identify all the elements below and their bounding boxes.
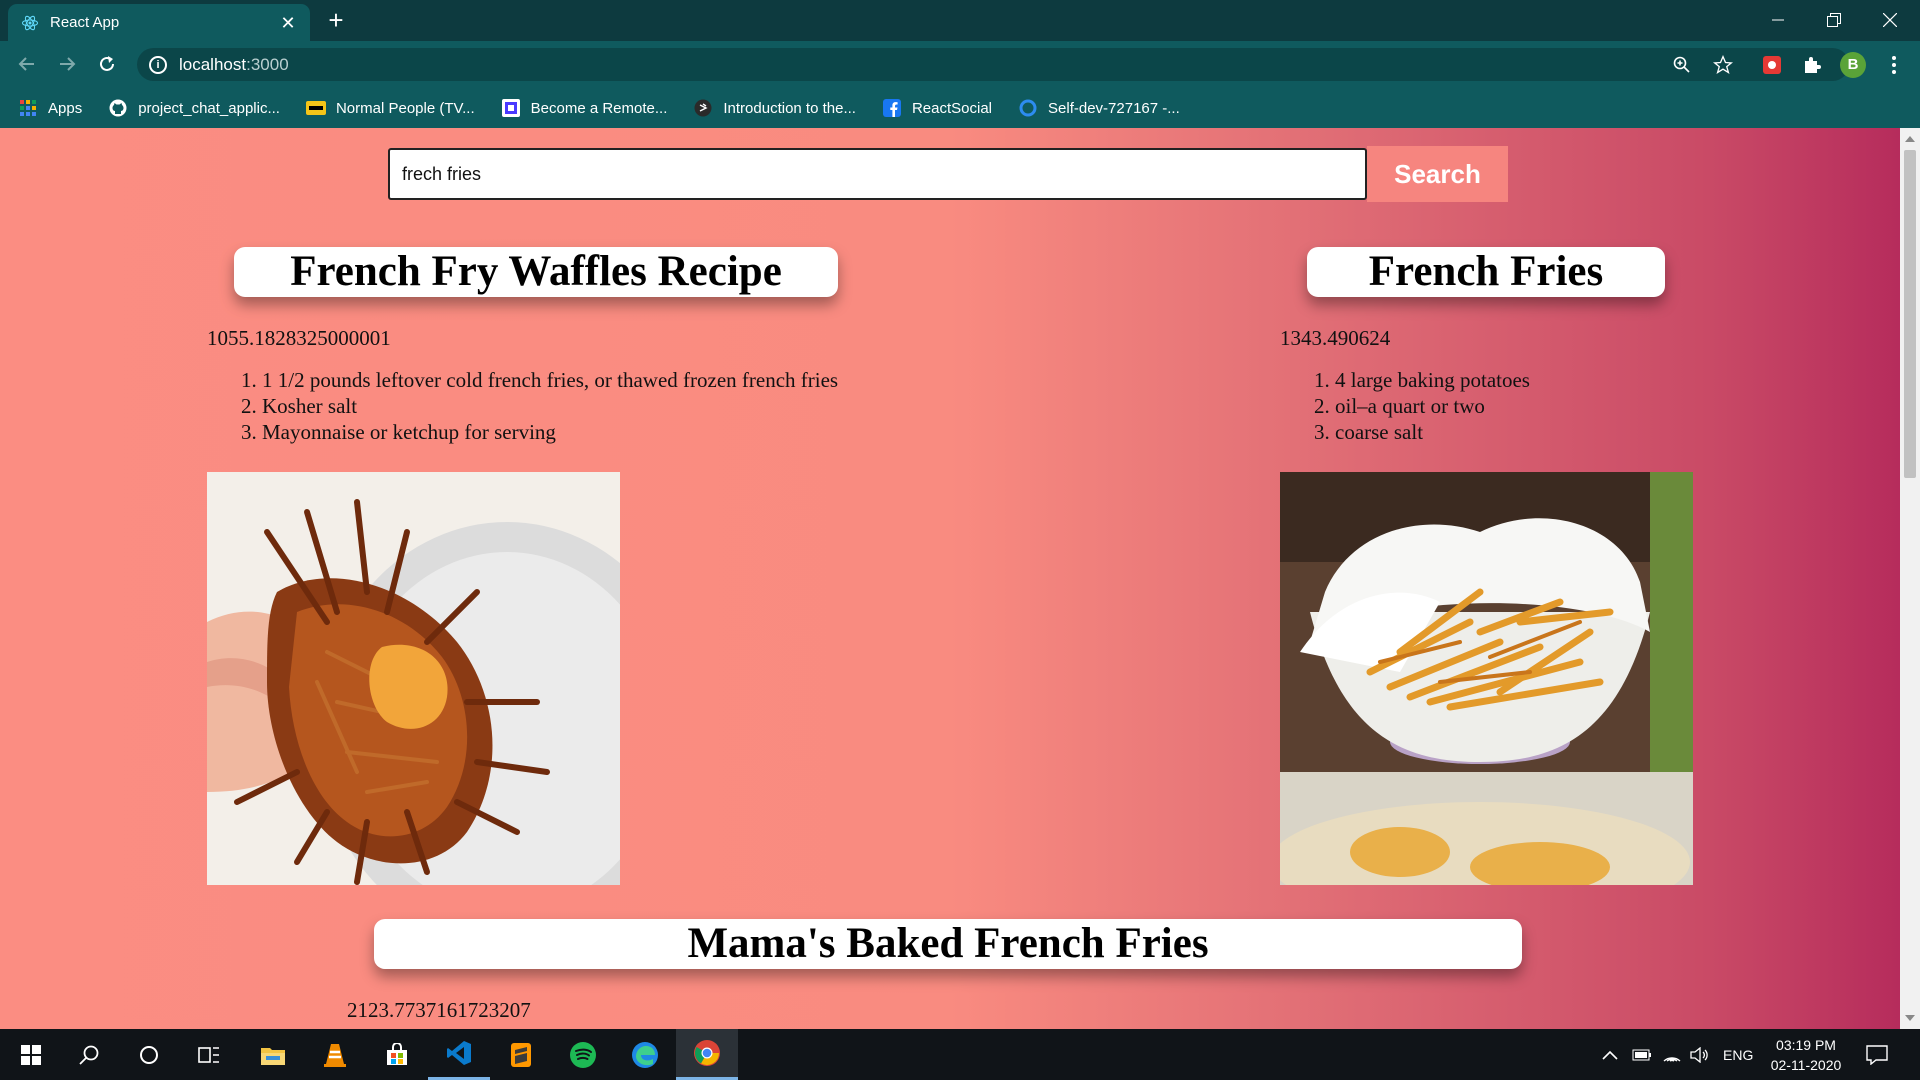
recipe-card: Mama's Baked French Fries 2123.773716172… <box>347 919 1547 1029</box>
ingredient-item: oil–a quart or two <box>1335 393 1530 419</box>
recipe-calories: 2123.7737161723207 <box>347 998 531 1022</box>
extension-red-icon[interactable] <box>1760 53 1784 77</box>
volume-icon[interactable] <box>1690 1029 1710 1080</box>
battery-icon[interactable] <box>1632 1029 1652 1080</box>
bookmark-star-icon[interactable] <box>1711 53 1735 77</box>
scroll-up-arrow-icon[interactable] <box>1905 136 1915 142</box>
reload-icon[interactable] <box>92 49 122 79</box>
edge-icon[interactable] <box>614 1029 676 1080</box>
recipe-title: Mama's Baked French Fries <box>374 919 1522 969</box>
address-bar[interactable]: i localhost:3000 <box>137 48 1849 81</box>
ingredient-list: 1 1/2 pounds leftover cold french fries,… <box>262 367 838 445</box>
clock-time: 03:19 PM <box>1776 1037 1836 1053</box>
zoom-icon[interactable] <box>1670 53 1694 77</box>
bookmark-normal-people[interactable]: Normal People (TV... <box>305 98 475 118</box>
show-hidden-icons-icon[interactable] <box>1602 1029 1618 1080</box>
browser-toolbar: i localhost:3000 B <box>0 41 1920 88</box>
bookmark-reactsocial[interactable]: ReactSocial <box>882 98 992 118</box>
imdb-icon <box>305 98 326 118</box>
tab-close-icon[interactable]: ✕ <box>278 13 298 33</box>
sublime-text-icon[interactable] <box>490 1029 552 1080</box>
tab-title: React App <box>50 14 120 31</box>
site-info-icon[interactable]: i <box>149 55 167 74</box>
url-host: localhost <box>179 54 247 74</box>
browser-tab-strip: React App ✕ + <box>0 0 1920 41</box>
recipe-calories: 1055.1828325000001 <box>207 326 391 350</box>
bookmark-label: ReactSocial <box>911 99 993 117</box>
ingredient-item: 1 1/2 pounds leftover cold french fries,… <box>262 367 838 393</box>
minimize-window-button[interactable] <box>1750 4 1806 36</box>
file-explorer-icon[interactable] <box>242 1029 304 1080</box>
bookmarks-bar: Apps project_chat_applic... Normal Peopl… <box>0 88 1920 128</box>
bookmark-label: Introduction to the... <box>723 99 856 117</box>
spotify-icon[interactable] <box>552 1029 614 1080</box>
course-icon <box>693 98 713 118</box>
facebook-icon <box>882 98 902 118</box>
bookmark-self-dev[interactable]: Self-dev-727167 -... <box>1018 98 1180 118</box>
chrome-icon[interactable] <box>676 1029 738 1080</box>
bookmark-label: Become a Remote... <box>530 99 668 117</box>
cortana-icon[interactable] <box>118 1029 180 1080</box>
recipe-card: French Fries 1343.490624 4 large baking … <box>1280 247 1880 887</box>
remote-icon <box>501 98 521 118</box>
url-port: :3000 <box>246 54 289 74</box>
ingredient-item: 4 large baking potatoes <box>1335 367 1530 393</box>
bookmark-label: Normal People (TV... <box>335 99 475 117</box>
bookmark-become-remote[interactable]: Become a Remote... <box>501 98 668 118</box>
close-window-button[interactable] <box>1862 4 1918 36</box>
recipe-calories: 1343.490624 <box>1280 326 1391 350</box>
vlc-icon[interactable] <box>304 1029 366 1080</box>
react-logo-icon <box>20 13 40 33</box>
circle-icon <box>1018 98 1038 118</box>
page-viewport: Search French Fry Waffles Recipe 1055.18… <box>0 128 1900 1029</box>
waffle-fries-photo <box>207 472 620 885</box>
recipe-title: French Fries <box>1307 247 1665 297</box>
bookmark-apps[interactable]: Apps <box>18 98 82 118</box>
search-button[interactable]: Search <box>1367 146 1508 202</box>
search-icon[interactable] <box>58 1029 120 1080</box>
scroll-down-arrow-icon[interactable] <box>1905 1015 1915 1021</box>
ingredient-item: Kosher salt <box>262 393 838 419</box>
system-clock[interactable]: 03:19 PM 02-11-2020 <box>1766 1035 1846 1075</box>
wifi-icon[interactable] <box>1662 1029 1682 1080</box>
microsoft-store-icon[interactable] <box>366 1029 428 1080</box>
ingredient-item: Mayonnaise or ketchup for serving <box>262 419 838 445</box>
back-arrow-icon[interactable] <box>12 49 42 79</box>
page-scrollbar[interactable] <box>1900 128 1920 1029</box>
forward-arrow-icon[interactable] <box>52 49 82 79</box>
ingredient-item: coarse salt <box>1335 419 1530 445</box>
recipe-title: French Fry Waffles Recipe <box>234 247 838 297</box>
browser-tab-react-app[interactable]: React App ✕ <box>8 4 310 41</box>
clock-date: 02-11-2020 <box>1770 1057 1842 1073</box>
new-tab-button[interactable]: + <box>322 7 350 35</box>
bookmark-project-chat[interactable]: project_chat_applic... <box>108 98 280 118</box>
apps-grid-icon <box>18 98 38 118</box>
bookmark-label: Self-dev-727167 -... <box>1048 99 1180 117</box>
chrome-menu-icon[interactable] <box>1882 53 1906 77</box>
vscode-icon[interactable] <box>428 1029 490 1080</box>
extensions-puzzle-icon[interactable] <box>1800 53 1824 77</box>
bookmark-label: project_chat_applic... <box>138 99 280 117</box>
restore-window-button[interactable] <box>1806 4 1862 36</box>
scrollbar-thumb[interactable] <box>1904 150 1916 478</box>
bookmark-introduction[interactable]: Introduction to the... <box>693 98 856 118</box>
notification-center-icon[interactable] <box>1866 1029 1888 1080</box>
search-form: Search <box>388 146 1508 202</box>
windows-taskbar: ENG 03:19 PM 02-11-2020 <box>0 1029 1920 1080</box>
windows-start-icon[interactable] <box>0 1029 62 1080</box>
fries-bowl-photo <box>1280 472 1693 885</box>
search-input[interactable] <box>388 148 1367 200</box>
recipe-card: French Fry Waffles Recipe 1055.182832500… <box>207 247 907 887</box>
profile-avatar[interactable]: B <box>1840 52 1866 78</box>
bookmark-label: Apps <box>48 99 83 117</box>
ingredient-list: 4 large baking potatoes oil–a quart or t… <box>1335 367 1530 445</box>
github-icon <box>108 98 128 118</box>
input-language[interactable]: ENG <box>1723 1029 1753 1080</box>
task-view-icon[interactable] <box>178 1029 240 1080</box>
